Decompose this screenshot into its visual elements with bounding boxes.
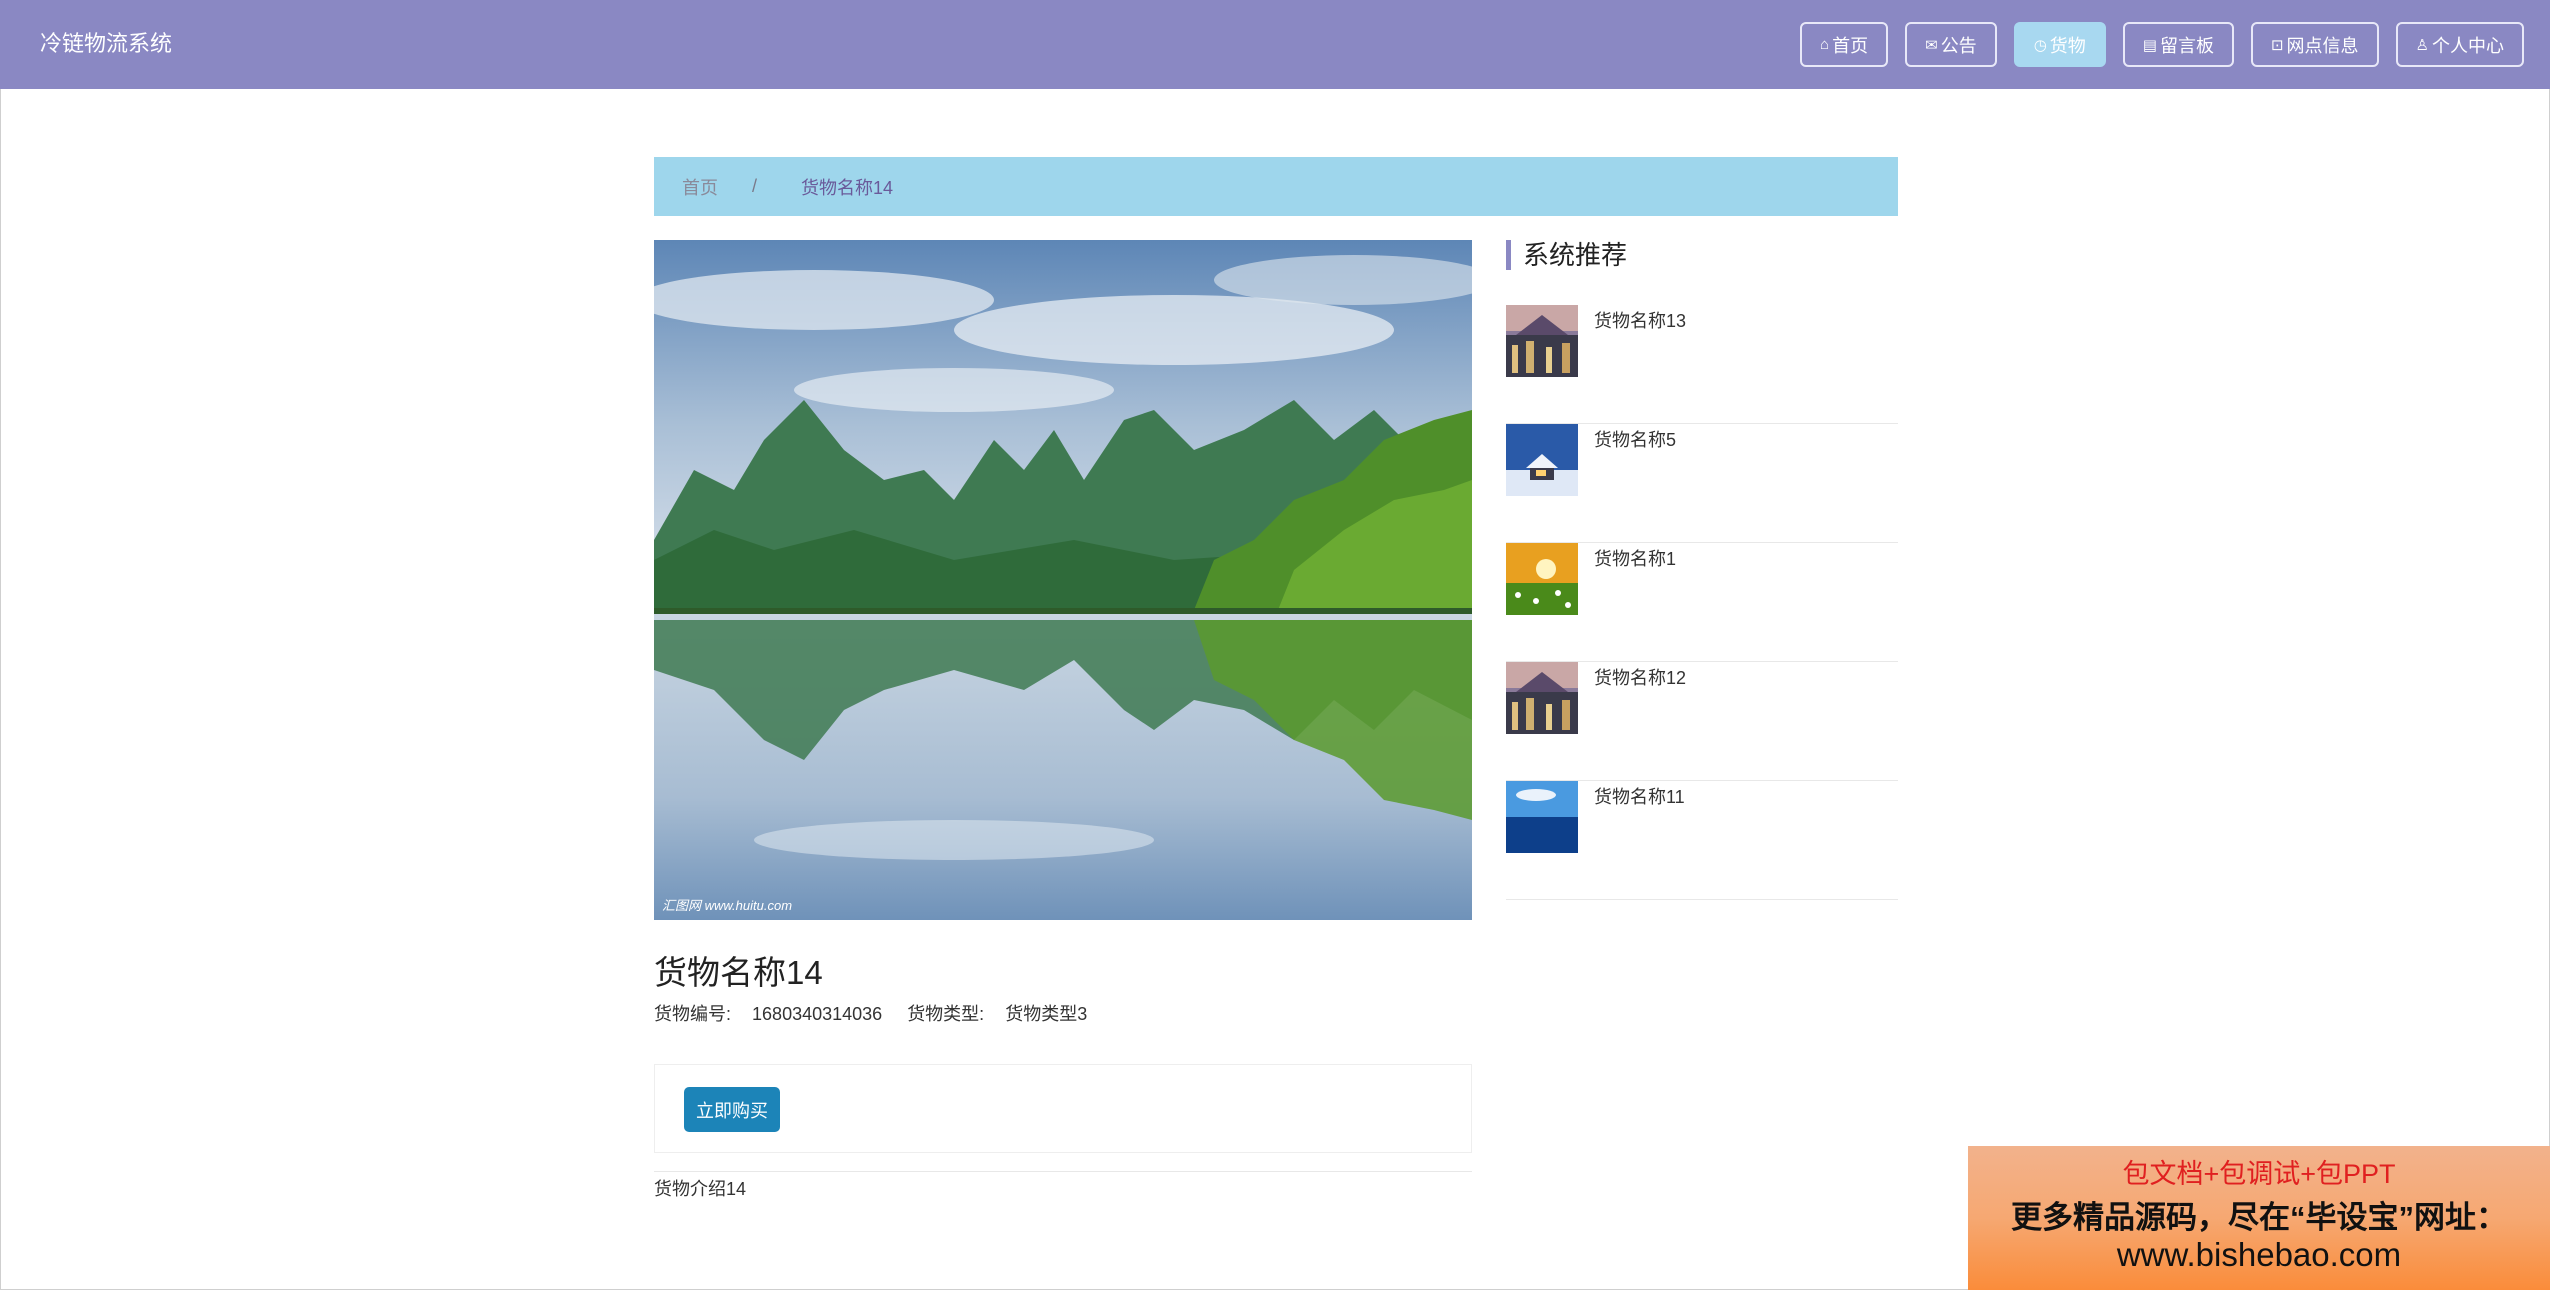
recommend-item-name[interactable]: 货物名称12 [1594, 664, 1686, 690]
nav-user-center-label: 个人中心 [2432, 35, 2504, 56]
board-icon: ▤ [2142, 36, 2157, 54]
goods-description: 货物介绍14 [654, 1179, 747, 1199]
recommend-item-name[interactable]: 货物名称11 [1594, 783, 1685, 809]
landscape-image [654, 240, 1472, 920]
top-navbar: 冷链物流系统 ⌂ 首页 ✉ 公告 ◷ 货物 ▤ 留言板 ⊡ 网点信息 ♙ 个人中… [0, 0, 2550, 89]
branch-icon: ⊡ [2270, 36, 2284, 54]
buy-panel: 立即购买 [654, 1064, 1472, 1153]
recommend-item-name[interactable]: 货物名称13 [1594, 307, 1686, 333]
site-title: 冷链物流系统 [40, 31, 173, 56]
recommend-thumbnail[interactable] [1506, 305, 1578, 377]
home-icon: ⌂ [1820, 36, 1830, 53]
recommend-thumbnail[interactable] [1506, 543, 1578, 615]
ad-line-1: 包文档+包调试+包PPT [2122, 1159, 2396, 1189]
user-icon: ♙ [2415, 36, 2429, 54]
description-divider [654, 1171, 1472, 1172]
nav-message-board[interactable]: ▤ 留言板 [2122, 22, 2234, 67]
goods-icon: ◷ [2033, 36, 2047, 54]
nav-home[interactable]: ⌂ 首页 [1800, 22, 1889, 67]
goods-type-label: 货物类型: [907, 1004, 985, 1024]
goods-number-value: 1680340314036 [752, 1004, 883, 1024]
recommend-item-name[interactable]: 货物名称5 [1594, 426, 1676, 452]
recommend-title: 系统推荐 [1506, 240, 1627, 270]
breadcrumb: 首页 / 货物名称14 [654, 157, 1898, 216]
nav-user-center[interactable]: ♙ 个人中心 [2395, 22, 2524, 67]
recommend-item[interactable]: 货物名称12 [1506, 662, 1898, 781]
nav-branch-info-label: 网点信息 [2286, 35, 2359, 56]
breadcrumb-home-link[interactable]: 首页 [682, 174, 718, 200]
nav-goods-label: 货物 [2049, 35, 2086, 56]
goods-image: 汇图网 www.huitu.com [654, 240, 1472, 920]
recommend-thumbnail[interactable] [1506, 781, 1578, 853]
goods-title: 货物名称14 [654, 954, 823, 991]
recommend-item[interactable]: 货物名称13 [1506, 305, 1898, 424]
goods-meta: 货物编号: 1680340314036 货物类型: 货物类型3 [654, 1000, 1107, 1026]
mail-icon: ✉ [1925, 36, 1938, 54]
nav-message-board-label: 留言板 [2159, 35, 2214, 56]
ad-line-2: 更多精品源码，尽在“毕设宝”网址： [2011, 1200, 2507, 1235]
nav-branch-info[interactable]: ⊡ 网点信息 [2250, 22, 2379, 67]
buy-now-button[interactable]: 立即购买 [684, 1087, 780, 1132]
recommend-thumbnail[interactable] [1506, 424, 1578, 496]
nav-goods[interactable]: ◷ 货物 [2013, 22, 2106, 67]
goods-number-label: 货物编号: [654, 1004, 732, 1024]
ad-banner[interactable]: 包文档+包调试+包PPT 更多精品源码，尽在“毕设宝”网址： www.bishe… [1968, 1146, 2550, 1290]
image-watermark: 汇图网 www.huitu.com [662, 898, 793, 913]
nav-menu: ⌂ 首页 ✉ 公告 ◷ 货物 ▤ 留言板 ⊡ 网点信息 ♙ 个人中心 [1800, 22, 2524, 67]
recommend-item[interactable]: 货物名称11 [1506, 781, 1898, 900]
recommend-thumbnail[interactable] [1506, 662, 1578, 734]
recommend-item[interactable]: 货物名称5 [1506, 424, 1898, 543]
breadcrumb-separator: / [752, 176, 758, 196]
recommend-item-name[interactable]: 货物名称1 [1594, 545, 1676, 571]
recommend-item[interactable]: 货物名称1 [1506, 543, 1898, 662]
ad-url[interactable]: www.bishebao.com [1968, 1236, 2550, 1274]
breadcrumb-current: 货物名称14 [801, 177, 894, 198]
nav-announcement-label: 公告 [1940, 35, 1977, 56]
nav-announcement[interactable]: ✉ 公告 [1905, 22, 1997, 67]
nav-home-label: 首页 [1832, 35, 1869, 56]
goods-type-value: 货物类型3 [1005, 1004, 1088, 1024]
